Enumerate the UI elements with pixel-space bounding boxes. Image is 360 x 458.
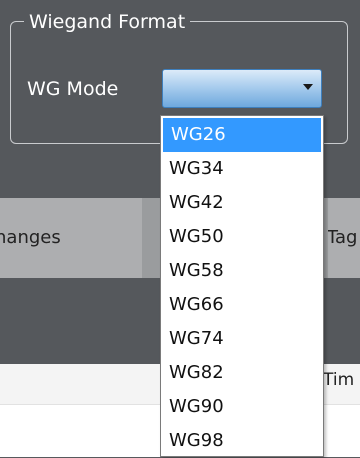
- chevron-down-icon[interactable]: [303, 84, 313, 90]
- option-wg98[interactable]: WG98: [161, 424, 323, 458]
- option-wg42[interactable]: WG42: [161, 186, 323, 220]
- option-wg74[interactable]: WG74: [161, 322, 323, 356]
- option-wg66[interactable]: WG66: [161, 288, 323, 322]
- wg-mode-dropdown-list: WG26 WG34 WG42 WG50 WG58 WG66 WG74 WG82 …: [160, 115, 324, 457]
- option-wg34[interactable]: WG34: [161, 152, 323, 186]
- option-wg58[interactable]: WG58: [161, 254, 323, 288]
- wg-mode-select[interactable]: [162, 69, 322, 108]
- apply-changes-button[interactable]: hanges: [0, 198, 142, 278]
- option-wg82[interactable]: WG82: [161, 356, 323, 390]
- column-header-time[interactable]: Tim: [323, 370, 354, 390]
- group-title: Wiegand Format: [24, 9, 191, 35]
- option-wg50[interactable]: WG50: [161, 220, 323, 254]
- option-wg90[interactable]: WG90: [161, 390, 323, 424]
- tag-button[interactable]: Tag: [328, 198, 360, 278]
- option-wg26[interactable]: WG26: [163, 118, 321, 152]
- wg-mode-label: WG Mode: [27, 78, 119, 100]
